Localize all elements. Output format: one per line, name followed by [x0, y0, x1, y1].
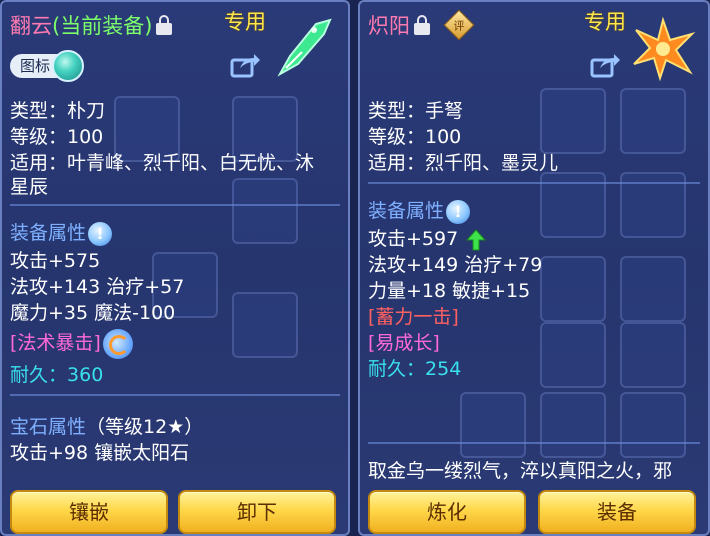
equip-attr-title: 装备属性: [368, 200, 445, 222]
item-name: 炽阳: [368, 14, 410, 38]
special-skill: [蓄力一击]: [368, 306, 459, 328]
unequip-button[interactable]: 卸下: [178, 490, 336, 534]
share-icon[interactable]: [230, 52, 260, 78]
durability-row: 耐久：360: [10, 360, 103, 387]
attr-line-row: 攻击+597: [368, 224, 487, 251]
attr-line: 力量+18 敏捷+15: [368, 280, 531, 302]
item-level: 等级：100: [10, 126, 104, 148]
divider: [368, 442, 700, 444]
item-name: 翻云: [10, 14, 52, 38]
refresh-icon[interactable]: [102, 328, 133, 359]
item-applicable: 适用：叶青峰、烈千阳、白无忧、沐: [10, 152, 315, 174]
special-trait: [易成长]: [368, 332, 440, 354]
item-title: 炽阳 评: [368, 9, 475, 41]
exclusive-label: 专用: [584, 10, 626, 34]
lock-icon[interactable]: [414, 15, 430, 35]
item-title: 翻云 (当前装备): [10, 10, 173, 40]
durability-label: 耐久：: [10, 364, 68, 386]
gem-level: （等级12★）: [86, 416, 204, 438]
item-level: 等级：100: [368, 126, 462, 148]
icon-toggle[interactable]: 图标: [10, 50, 85, 82]
rating-badge-label: 评: [453, 19, 465, 33]
attr-line: 法攻+143 治疗+57: [10, 276, 185, 298]
item-type: 类型：手弩: [368, 100, 464, 122]
equip-attr-header: 装备属性!: [368, 196, 471, 224]
durability-label: 耐久：: [368, 358, 426, 380]
attr-line: 法攻+149 治疗+79: [368, 254, 543, 276]
attr-line: 攻击+597: [368, 228, 459, 250]
equip-button[interactable]: 装备: [538, 490, 696, 534]
special-skill: [法术暴击]: [10, 332, 101, 354]
divider: [10, 204, 340, 206]
equip-attr-title: 装备属性: [10, 222, 87, 244]
share-icon[interactable]: [590, 52, 620, 78]
special-skill-row: [法术暴击]: [10, 328, 133, 359]
icon-toggle-label: 图标: [10, 54, 59, 78]
green-blade-icon: [277, 18, 332, 77]
lock-icon[interactable]: [156, 15, 173, 35]
up-arrow-icon: [466, 228, 487, 250]
gem-attr-title: 宝石属性: [10, 416, 87, 438]
durability-value: 360: [67, 364, 104, 386]
item-description: 取金乌一缕烈气，淬以真阳之火，邪: [368, 460, 673, 482]
info-icon[interactable]: !: [446, 199, 471, 224]
info-icon[interactable]: !: [88, 221, 113, 246]
item-applicable-cont: 星辰: [10, 176, 49, 198]
gem-attr-header: 宝石属性（等级12★）: [10, 412, 203, 439]
durability-value: 254: [425, 358, 462, 380]
durability-row: 耐久：254: [368, 354, 461, 381]
flame-crossbow-icon: [633, 16, 696, 82]
refine-button[interactable]: 炼化: [368, 490, 526, 534]
attr-line: 魔力+35 魔法-100: [10, 302, 176, 324]
divider: [10, 394, 340, 396]
equip-attr-header: 装备属性!: [10, 218, 113, 246]
item-panel-current: 翻云 (当前装备) 专用 图标 类型：朴刀 等级：100 适用：叶青峰、烈千阳、…: [0, 0, 350, 536]
attr-line: 攻击+575: [10, 250, 101, 272]
item-applicable: 适用：烈千阳、墨灵儿: [368, 152, 559, 174]
inlay-button[interactable]: 镶嵌: [10, 490, 168, 534]
toggle-knob-icon: [52, 50, 85, 82]
gem-line: 攻击+98 镶嵌太阳石: [10, 442, 190, 464]
current-equipped-tag: (当前装备): [52, 14, 153, 38]
item-type: 类型：朴刀: [10, 100, 106, 122]
divider: [368, 182, 700, 184]
exclusive-label: 专用: [224, 10, 266, 34]
item-panel-compare: 炽阳 评 专用 类型：手弩 等级：100 适用：烈千阳、墨灵儿 装备属性! 攻击…: [358, 0, 710, 536]
rating-badge-icon[interactable]: 评: [443, 9, 475, 41]
